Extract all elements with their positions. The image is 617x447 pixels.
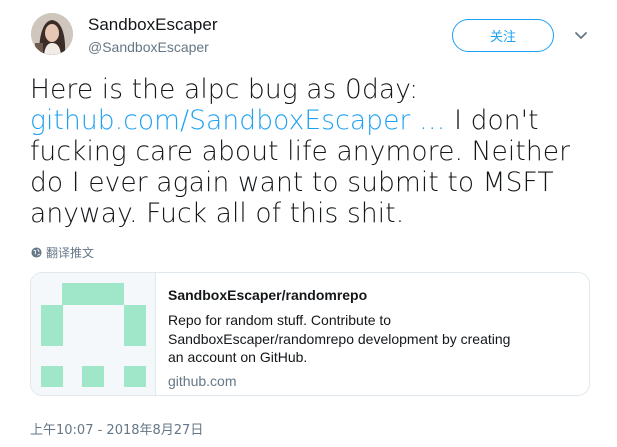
avatar-image (31, 13, 73, 55)
follow-button[interactable]: 关注 (452, 19, 554, 52)
identicon-image (41, 283, 146, 387)
translate-label: 翻译推文 (46, 246, 95, 260)
avatar[interactable] (31, 13, 73, 55)
chevron-down-icon[interactable] (574, 31, 588, 41)
card-description: Repo for random stuff. Contribute to San… (168, 312, 511, 365)
display-name[interactable]: SandboxEscaper (88, 15, 217, 35)
card-body: SandboxEscaper/randomrepo Repo for rando… (156, 273, 589, 395)
tweet-text-before-link: Here is the alpc bug as 0day: (30, 74, 419, 105)
link-card[interactable]: SandboxEscaper/randomrepo Repo for rando… (30, 272, 590, 396)
card-domain: github.com (168, 372, 237, 389)
translate-tweet-link[interactable]: 翻译推文 (31, 244, 94, 261)
card-thumbnail (31, 273, 156, 395)
tweet-text: Here is the alpc bug as 0day: github.com… (30, 74, 590, 229)
globe-icon (31, 247, 42, 258)
card-title: SandboxEscaper/randomrepo (168, 287, 368, 303)
tweet-link[interactable]: github.com/SandboxEscaper … (30, 105, 446, 136)
user-handle[interactable]: @SandboxEscaper (88, 39, 209, 55)
tweet-timestamp[interactable]: 上午10:07 - 2018年8月27日 (30, 419, 203, 438)
